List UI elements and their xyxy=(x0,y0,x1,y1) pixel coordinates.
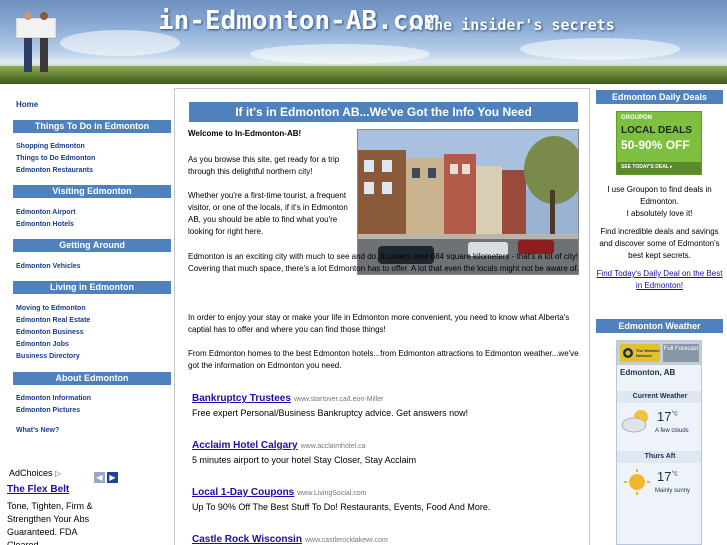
cloud-decoration xyxy=(250,44,430,64)
adchoices-label[interactable]: AdChoices ▷ xyxy=(9,468,61,478)
text-ad: Bankruptcy Trustees www.startover.ca/Leon… xyxy=(192,388,572,420)
current-temp-value: 17 xyxy=(657,409,672,424)
groupon-logo: GROUPON xyxy=(621,115,653,121)
current-weather-label: Current Weather xyxy=(617,391,701,403)
nav-link-business-directory[interactable]: Business Directory xyxy=(16,353,80,360)
intro-paragraph-3: Edmonton is an exciting city with much t… xyxy=(188,251,580,275)
text-ad-body: Free expert Personal/Business Bankruptcy… xyxy=(192,408,469,418)
intro-paragraph-1: As you browse this site, get ready for a… xyxy=(188,155,340,176)
ad-next-button[interactable]: ▶ xyxy=(107,472,118,483)
nav-link-jobs[interactable]: Edmonton Jobs xyxy=(16,341,69,348)
groupon-cta[interactable]: SEE TODAY'S DEAL ▸ xyxy=(621,164,673,170)
sunny-icon xyxy=(624,469,650,495)
nav-link-shopping[interactable]: Shopping Edmonton xyxy=(16,143,85,150)
cloud-decoration xyxy=(520,38,680,60)
nav-link-restaurants[interactable]: Edmonton Restaurants xyxy=(16,167,93,174)
weather-widget: The Weather Network Full Forecast Edmont… xyxy=(616,340,702,545)
groupon-banner-ad[interactable]: GROUPON LOCAL DEALS 50-90% OFF SEE TODAY… xyxy=(616,111,702,175)
temp-unit: °c xyxy=(671,470,678,478)
intro-paragraph-3-text: Edmonton is an exciting city with much t… xyxy=(188,252,579,273)
groupon-cta-bar[interactable]: SEE TODAY'S DEAL ▸ xyxy=(617,162,701,174)
right-sidebar: Edmonton Daily Deals GROUPON LOCAL DEALS… xyxy=(592,88,727,545)
adchoices-icon[interactable]: ▷ xyxy=(55,469,61,478)
text-ad: Acclaim Hotel Calgary www.acclaimhotel.ca… xyxy=(192,435,572,467)
nav-heading-getting-around: Getting Around xyxy=(13,239,171,252)
groupon-love-text: I absolutely love it! xyxy=(626,209,693,218)
nav-link-hotels[interactable]: Edmonton Hotels xyxy=(16,221,74,228)
nav-link-things-to-do[interactable]: Things to Do Edmonton xyxy=(16,155,95,162)
nav-link-airport[interactable]: Edmonton Airport xyxy=(16,209,76,216)
text-ad-body: Up To 90% Off The Best Stuff To Do! Rest… xyxy=(192,502,491,512)
ad-prev-button[interactable]: ◀ xyxy=(94,472,105,483)
text-ad-body: 5 minutes airport to your hotel Stay Clo… xyxy=(192,455,417,465)
main-content: If it's in Edmonton AB...We've Got the I… xyxy=(174,88,590,545)
temp-unit: °c xyxy=(671,410,678,418)
groupon-discount: 50-90% OFF xyxy=(621,138,690,152)
grass-field xyxy=(0,66,727,84)
text-ad: Castle Rock Wisconsin www.castlerocklakew… xyxy=(192,529,572,545)
weather-network-logo[interactable]: The Weather Network xyxy=(620,344,660,362)
partly-cloudy-icon xyxy=(621,410,648,433)
weather-city: Edmonton, AB xyxy=(620,368,676,377)
current-temperature: 17°c xyxy=(657,409,678,424)
groupon-find-text: Find incredible deals and savings and di… xyxy=(599,227,720,260)
nav-link-home[interactable]: Home xyxy=(16,100,38,109)
nav-heading-living: Living in Edmonton xyxy=(13,281,171,294)
nav-link-information[interactable]: Edmonton Information xyxy=(16,395,91,402)
text-ad-title[interactable]: Local 1-Day Coupons xyxy=(192,487,294,498)
nav-link-moving[interactable]: Moving to Edmonton xyxy=(16,305,86,312)
page-title: If it's in Edmonton AB...We've Got the I… xyxy=(189,102,578,122)
nav-link-whats-new[interactable]: What's New? xyxy=(16,427,59,434)
nav-link-real-estate[interactable]: Edmonton Real Estate xyxy=(16,317,90,324)
nav-link-pictures[interactable]: Edmonton Pictures xyxy=(16,407,80,414)
text-ad-url[interactable]: www.acclaimhotel.ca xyxy=(301,443,366,450)
text-ad-url[interactable]: www.LivingSocial.com xyxy=(297,490,366,497)
text-ad-title[interactable]: Acclaim Hotel Calgary xyxy=(192,440,298,451)
full-forecast-button[interactable]: Full Forecast xyxy=(663,344,699,362)
groupon-local-deals: LOCAL DEALS xyxy=(621,125,692,136)
text-ad-title[interactable]: Bankruptcy Trustees xyxy=(192,393,291,404)
forecast-temperature: 17°c xyxy=(657,469,678,484)
people-with-map-icon xyxy=(15,12,57,72)
current-condition: A few clouds xyxy=(655,428,689,434)
text-ad-url[interactable]: www.startover.ca/Leon-Miller xyxy=(294,396,383,403)
nav-heading-about: About Edmonton xyxy=(13,372,171,385)
groupon-description: I use Groupon to find deals in Edmonton. xyxy=(607,185,712,206)
weather-network-brand: The Weather Network xyxy=(636,348,660,358)
text-ad-title[interactable]: Castle Rock Wisconsin xyxy=(192,534,302,545)
adchoices-text[interactable]: AdChoices xyxy=(9,468,53,478)
welcome-heading: Welcome to In-Edmonton-AB! xyxy=(188,129,302,138)
weather-heading: Edmonton Weather xyxy=(596,319,723,333)
nav-heading-things-to-do: Things To Do in Edmonton xyxy=(13,120,171,133)
intro-paragraph-2: Whether you're a first-time tourist, a f… xyxy=(188,191,348,236)
left-ad-body: Tone, Tighten, Firm & Strengthen Your Ab… xyxy=(7,501,93,545)
forecast-condition: Mainly sunny xyxy=(655,488,691,494)
nav-link-business[interactable]: Edmonton Business xyxy=(16,329,84,336)
weather-network-icon xyxy=(623,348,633,358)
weather-widget-header: The Weather Network Full Forecast xyxy=(617,341,701,365)
nav-link-vehicles[interactable]: Edmonton Vehicles xyxy=(16,263,81,270)
ad-pager: ◀ ▶ xyxy=(94,467,120,485)
nav-heading-visiting: Visiting Edmonton xyxy=(13,185,171,198)
intro-paragraph-4: In order to enjoy your stay or make your… xyxy=(188,313,570,334)
header-banner: in-Edmonton-AB.com ...the insider's secr… xyxy=(0,0,727,84)
left-navigation: Home Things To Do in Edmonton Shopping E… xyxy=(0,88,171,545)
forecast-temp-value: 17 xyxy=(657,469,672,484)
site-tagline: ...the insider's secrets xyxy=(398,16,615,34)
left-ad-title[interactable]: The Flex Belt xyxy=(7,484,69,495)
text-ad: Local 1-Day Coupons www.LivingSocial.com … xyxy=(192,482,572,514)
daily-deals-heading: Edmonton Daily Deals xyxy=(596,90,723,104)
text-ad-url[interactable]: www.castlerocklakewi.com xyxy=(305,537,388,544)
daily-deal-link[interactable]: Find Today's Daily Deal on the Best in E… xyxy=(594,268,725,292)
forecast-label: Thurs Aft xyxy=(617,451,701,463)
intro-paragraph-5: From Edmonton homes to the best Edmonton… xyxy=(188,349,579,370)
